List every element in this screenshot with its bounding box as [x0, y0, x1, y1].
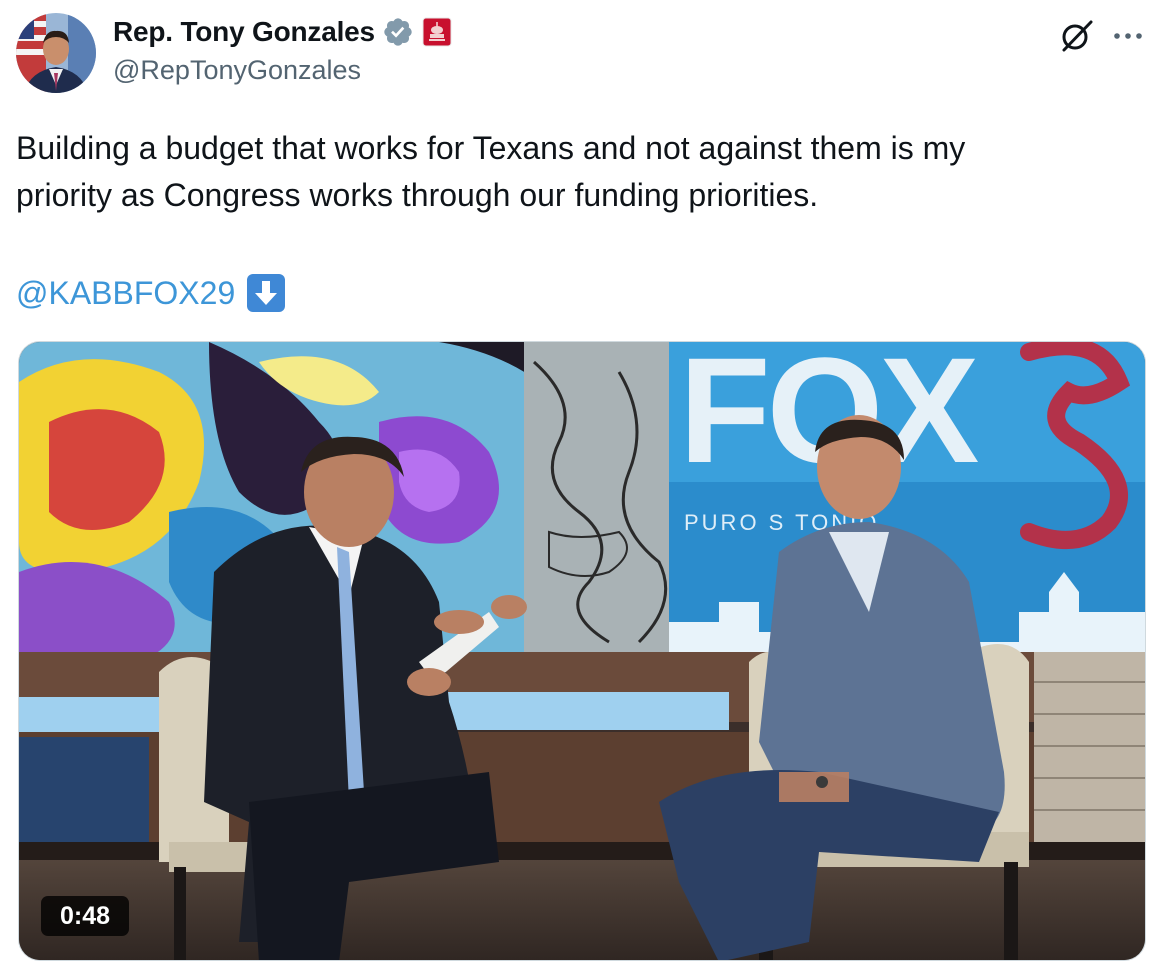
tweet-text-line: Building a budget that works for Texans …	[16, 130, 966, 166]
tweet-text-line: priority as Congress works through our f…	[16, 177, 819, 213]
mention-line: @KABBFOX29	[16, 272, 286, 314]
tweet-card: Rep. Tony Gonzales @RepTonyGonzales Buil…	[0, 0, 1166, 976]
video-player[interactable]: FOX PURO S TONIO	[18, 341, 1146, 961]
tweet-text: Building a budget that works for Texans …	[16, 125, 1136, 219]
grok-icon[interactable]	[1058, 17, 1096, 55]
author-avatar[interactable]	[16, 13, 96, 93]
down-arrow-emoji-icon	[246, 273, 286, 313]
video-duration-badge: 0:48	[41, 896, 129, 936]
more-horizontal-icon[interactable]	[1110, 18, 1146, 54]
author-name-row: Rep. Tony Gonzales	[113, 14, 452, 50]
author-display-name[interactable]: Rep. Tony Gonzales	[113, 16, 375, 48]
verified-badge-icon[interactable]	[382, 16, 414, 48]
mention-link[interactable]: @KABBFOX29	[16, 275, 235, 312]
author-handle[interactable]: @RepTonyGonzales	[113, 55, 361, 86]
us-house-badge-icon[interactable]	[422, 17, 452, 47]
